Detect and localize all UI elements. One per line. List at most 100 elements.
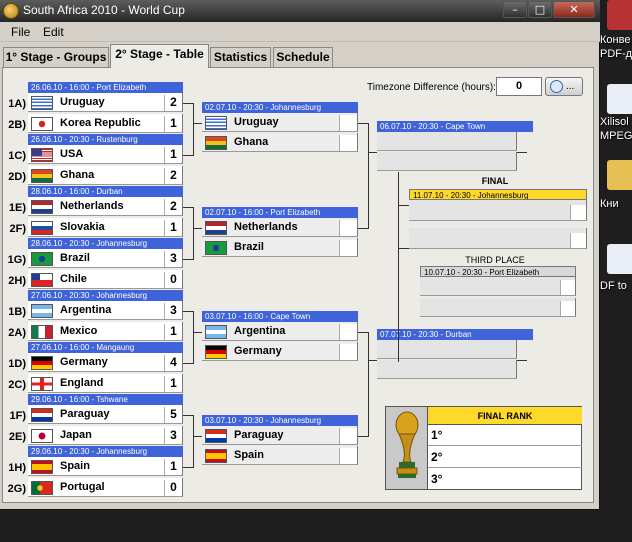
score-field[interactable]: 2 <box>164 95 182 111</box>
score-field[interactable]: 3 <box>164 303 182 319</box>
score-field[interactable]: 2 <box>164 168 182 184</box>
team-row[interactable]: Germany 4 <box>28 353 183 372</box>
team-row[interactable]: Uruguay <box>202 113 358 132</box>
maximize-button[interactable]: □ <box>528 1 552 18</box>
sf-team-slot[interactable] <box>377 132 517 151</box>
team-name: Spain <box>60 460 90 472</box>
team-row[interactable]: Slovakia 1 <box>28 218 183 237</box>
score-field[interactable] <box>339 448 357 464</box>
score-field[interactable]: 2 <box>164 199 182 215</box>
score-field[interactable] <box>339 324 357 340</box>
tab-table[interactable]: 2° Stage - Table <box>110 44 209 68</box>
menu-bar: File Edit <box>0 22 600 42</box>
third-place-slot-2[interactable] <box>420 298 576 317</box>
r16-match-header: 28.06.10 - 16:00 - Durban <box>28 186 183 197</box>
team-row[interactable]: Paraguay <box>202 426 358 445</box>
tab-groups[interactable]: 1° Stage - Groups <box>3 47 109 67</box>
score-field[interactable] <box>339 240 357 256</box>
team-row[interactable]: Spain 1 <box>28 457 183 476</box>
xilisoft-desktop-icon[interactable] <box>607 84 632 114</box>
qf-match-header: 02.07.10 - 16:00 - Port Elizabeth <box>202 207 358 218</box>
team-row[interactable]: England 1 <box>28 374 183 393</box>
flag-icon <box>31 148 53 162</box>
seed-label: 2G) <box>7 483 26 495</box>
score-field[interactable]: 3 <box>164 251 182 267</box>
score-field[interactable]: 1 <box>164 376 182 392</box>
tab-statistics[interactable]: Statistics <box>210 47 271 67</box>
r16-match-header: 27.06.10 - 20:30 - Johannesburg <box>28 290 183 301</box>
flag-icon <box>31 460 53 474</box>
sf-team-slot[interactable] <box>377 360 517 379</box>
pdf-converter-desktop-icon[interactable] <box>607 0 632 30</box>
score-field[interactable]: 5 <box>164 407 182 423</box>
score-field[interactable] <box>339 220 357 236</box>
minimize-button[interactable]: – <box>503 1 527 18</box>
score-field[interactable] <box>339 135 357 151</box>
team-name: Uruguay <box>234 116 279 128</box>
score-field[interactable] <box>339 115 357 131</box>
team-row[interactable]: Netherlands 2 <box>28 197 183 216</box>
qf-match-header: 03.07.10 - 16:00 - Cape Town <box>202 311 358 322</box>
team-row[interactable]: Argentina <box>202 322 358 341</box>
score-field[interactable]: 1 <box>164 147 182 163</box>
menu-edit[interactable]: Edit <box>43 25 64 39</box>
third-place-slot-1[interactable] <box>420 277 576 296</box>
flag-icon <box>31 325 53 339</box>
flag-icon <box>31 117 53 131</box>
pdf-tool-desktop-icon[interactable] <box>607 244 632 274</box>
team-row[interactable]: Mexico 1 <box>28 322 183 341</box>
final-match-header: 11.07.10 - 20:30 - Johannesburg <box>409 189 587 200</box>
team-row[interactable]: Portugal 0 <box>28 478 183 497</box>
sf-team-slot[interactable] <box>377 152 517 171</box>
title-bar[interactable]: South Africa 2010 - World Cup – □ ✕ <box>0 0 600 22</box>
bracket-connector <box>183 103 193 104</box>
rank-second-label: 2° <box>431 450 443 464</box>
score-field[interactable]: 1 <box>164 324 182 340</box>
team-row[interactable]: Ghana <box>202 133 358 152</box>
team-row[interactable]: Argentina 3 <box>28 301 183 320</box>
team-row[interactable]: Netherlands <box>202 218 358 237</box>
score-field[interactable]: 0 <box>164 480 182 496</box>
team-row[interactable]: Brazil 3 <box>28 249 183 268</box>
team-row[interactable]: Spain <box>202 446 358 465</box>
close-button[interactable]: ✕ <box>553 1 595 18</box>
flag-icon <box>31 169 53 183</box>
score-field[interactable]: 1 <box>164 116 182 132</box>
team-row[interactable]: Uruguay 2 <box>28 93 183 112</box>
team-row[interactable]: Paraguay 5 <box>28 405 183 424</box>
team-name: Brazil <box>60 252 90 264</box>
team-row[interactable]: Japan 3 <box>28 426 183 445</box>
score-field[interactable]: 0 <box>164 272 182 288</box>
timezone-button[interactable]: ... <box>545 77 583 96</box>
final-slot-2[interactable] <box>409 228 587 249</box>
bracket-connector <box>398 172 399 362</box>
team-row[interactable]: Chile 0 <box>28 270 183 289</box>
flag-icon <box>205 325 227 339</box>
r16-match-header: 29.06.10 - 20:30 - Johannesburg <box>28 446 183 457</box>
tab-schedule[interactable]: Schedule <box>273 47 333 67</box>
score-field[interactable] <box>339 428 357 444</box>
bracket-connector <box>368 360 377 361</box>
team-row[interactable]: Ghana 2 <box>28 166 183 185</box>
menu-file[interactable]: File <box>11 25 30 39</box>
final-slot-1[interactable] <box>409 200 587 221</box>
team-row[interactable]: Brazil <box>202 238 358 257</box>
score-field[interactable]: 1 <box>164 220 182 236</box>
timezone-input[interactable]: 0 <box>496 77 542 96</box>
score-field[interactable] <box>339 344 357 360</box>
folder-desktop-icon[interactable] <box>607 160 632 190</box>
desktop-label-1: Конве <box>600 34 631 46</box>
r16-match-header: 29.06.10 - 16:00 - Tshwane <box>28 394 183 405</box>
bracket-connector <box>358 228 368 229</box>
team-row[interactable]: Korea Republic 1 <box>28 114 183 133</box>
final-score-2 <box>570 233 586 248</box>
qf-match-header: 02.07.10 - 20:30 - Johannesburg <box>202 102 358 113</box>
flag-icon <box>31 429 53 443</box>
bracket-connector <box>517 152 527 153</box>
team-row[interactable]: USA 1 <box>28 145 183 164</box>
team-row[interactable]: Germany <box>202 342 358 361</box>
score-field[interactable]: 1 <box>164 459 182 475</box>
score-field[interactable]: 3 <box>164 428 182 444</box>
team-name: Ghana <box>234 136 269 148</box>
score-field[interactable]: 4 <box>164 355 182 371</box>
